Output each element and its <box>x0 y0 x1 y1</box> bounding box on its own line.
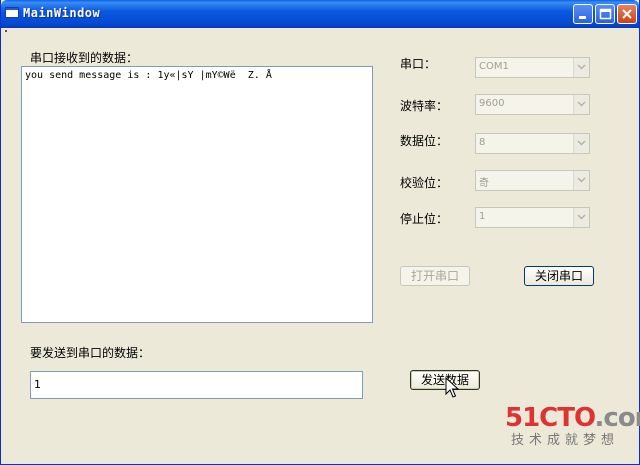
main-window: MainWindow 串口接收到的数据： you send message is… <box>0 0 640 465</box>
databits-dropdown-arrow[interactable] <box>573 134 589 153</box>
baud-label: 波特率： <box>400 99 449 113</box>
watermark-brand-suffix: .com <box>594 403 640 433</box>
parity-dropdown-arrow[interactable] <box>573 171 589 190</box>
send-label: 要发送到串口的数据： <box>30 346 151 360</box>
port-select[interactable]: COM1 <box>475 57 590 78</box>
receive-label: 串口接收到的数据： <box>30 51 139 65</box>
close-button[interactable] <box>617 4 637 24</box>
open-port-button[interactable]: 打开串口 <box>400 266 470 286</box>
receive-textarea[interactable]: you send message is : 1y«|sY |mY©Wë Z. Å <box>21 66 373 323</box>
minimize-button[interactable] <box>573 4 593 24</box>
close-port-button[interactable]: 关闭串口 <box>524 266 594 286</box>
maximize-button[interactable] <box>595 4 615 24</box>
watermark: 51CTO.com 技术成就梦想 <box>505 403 640 450</box>
title-bar[interactable]: MainWindow <box>1 0 639 28</box>
watermark-brand-prefix: 51CTO <box>505 403 596 433</box>
port-dropdown-arrow[interactable] <box>573 58 589 77</box>
receive-content: you send message is : 1y«|sY |mY©Wë Z. Å <box>25 70 272 81</box>
databits-label: 数据位： <box>400 134 449 148</box>
chevron-down-icon <box>577 177 586 183</box>
baud-value: 9600 <box>479 98 505 109</box>
watermark-brand: 51CTO.com <box>505 403 640 433</box>
databits-select[interactable]: 8 <box>475 133 590 154</box>
databits-value: 8 <box>479 137 486 148</box>
parity-label: 校验位： <box>400 176 449 190</box>
maximize-icon <box>599 8 612 20</box>
parity-select[interactable]: 奇 <box>475 170 590 191</box>
menu-grip <box>5 30 7 32</box>
send-input[interactable]: 1 <box>30 371 363 399</box>
chevron-down-icon <box>577 101 586 107</box>
close-icon <box>622 9 632 19</box>
window-title: MainWindow <box>23 6 101 20</box>
chevron-down-icon <box>577 214 586 220</box>
minimize-icon <box>579 16 586 19</box>
stopbits-dropdown-arrow[interactable] <box>573 208 589 227</box>
stopbits-value: 1 <box>479 211 486 222</box>
baud-dropdown-arrow[interactable] <box>573 95 589 114</box>
port-value: COM1 <box>479 61 509 72</box>
baud-select[interactable]: 9600 <box>475 94 590 115</box>
watermark-slogan: 技术成就梦想 <box>511 433 620 448</box>
send-value: 1 <box>34 378 41 391</box>
app-icon <box>5 7 19 18</box>
chevron-down-icon <box>577 140 586 146</box>
stopbits-label: 停止位： <box>400 212 449 226</box>
menu-bar <box>1 28 639 36</box>
mouse-cursor-icon <box>445 377 459 398</box>
parity-value: 奇 <box>479 178 489 189</box>
chevron-down-icon <box>577 64 586 70</box>
port-label: 串口： <box>400 57 437 71</box>
stopbits-select[interactable]: 1 <box>475 207 590 228</box>
